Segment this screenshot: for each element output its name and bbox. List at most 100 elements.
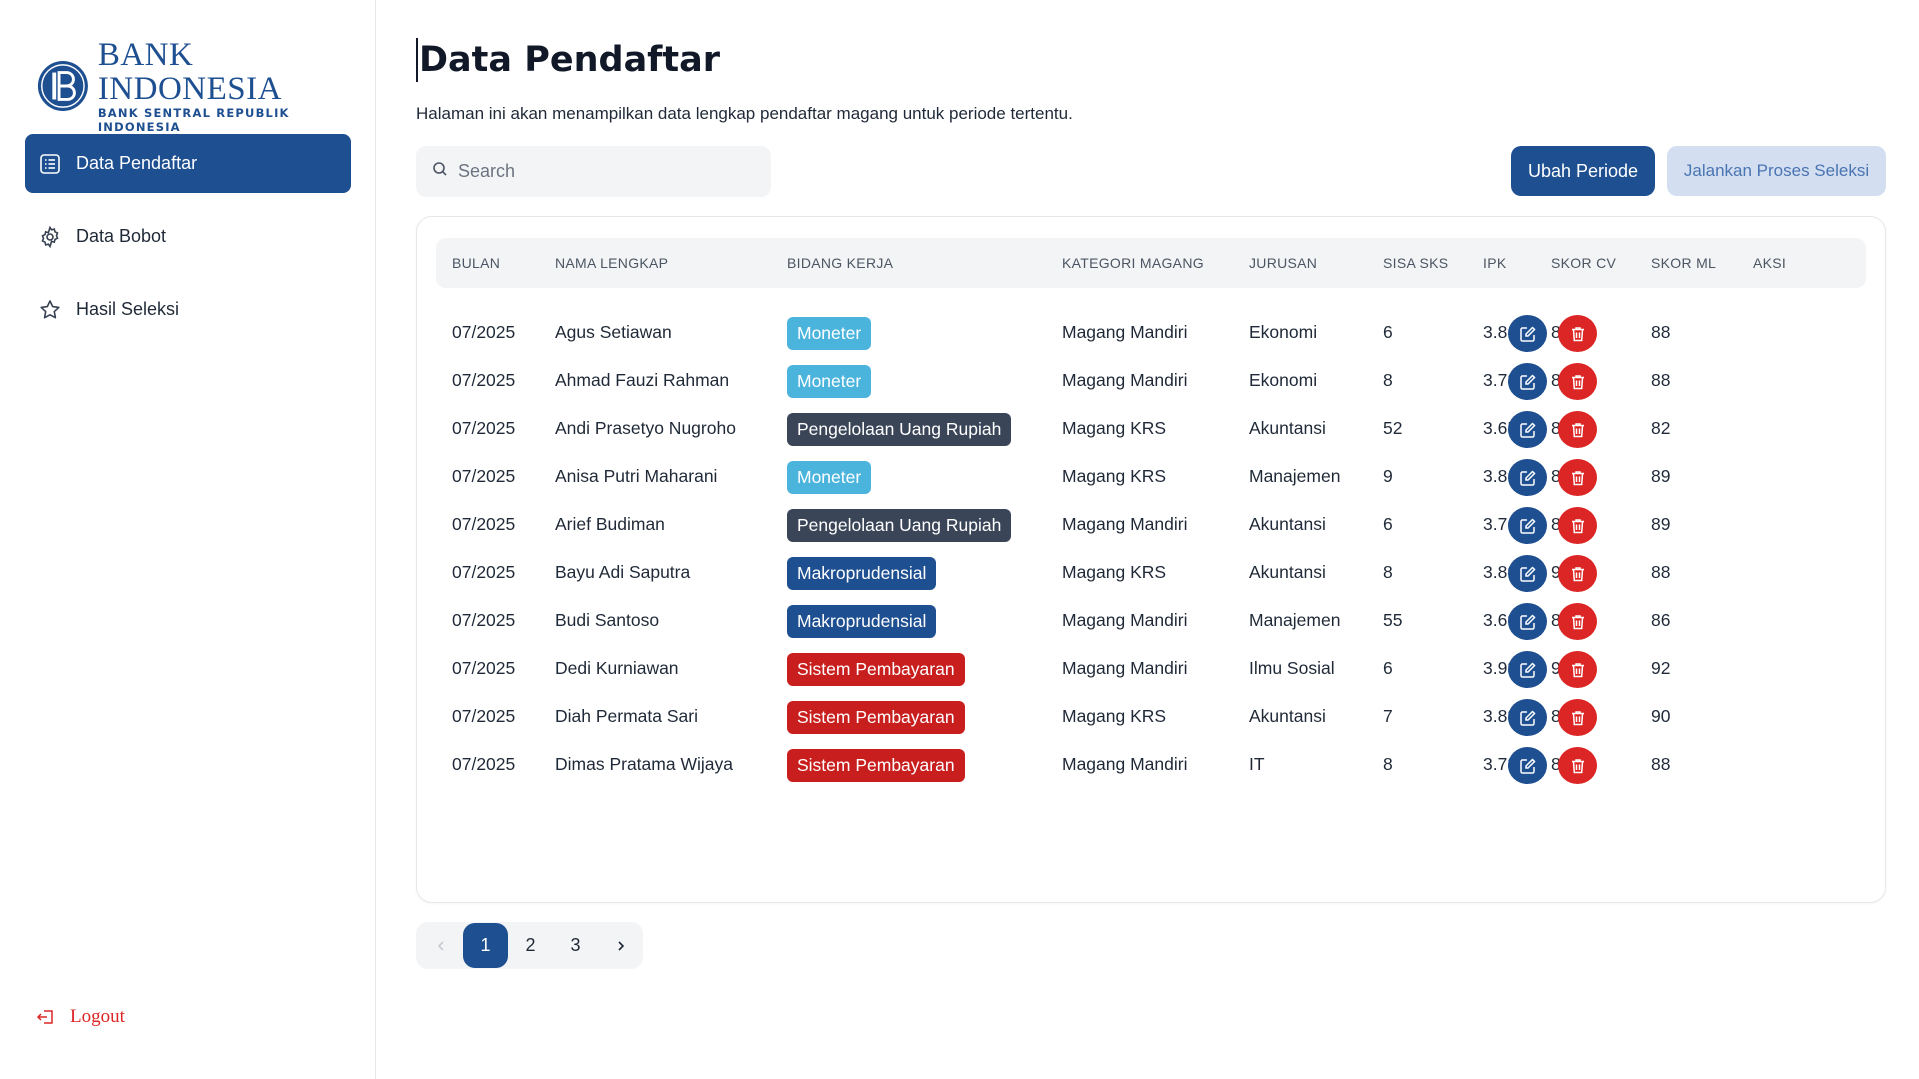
- ubah-periode-button[interactable]: Ubah Periode: [1511, 146, 1655, 196]
- delete-button[interactable]: [1558, 651, 1597, 688]
- edit-button[interactable]: [1508, 459, 1547, 496]
- trash-icon: [1569, 661, 1587, 679]
- trash-icon: [1569, 565, 1587, 583]
- cell-bulan: 07/2025: [452, 754, 516, 774]
- delete-button[interactable]: [1558, 507, 1597, 544]
- column-header-kategori: KATEGORI MAGANG: [1062, 255, 1204, 271]
- edit-icon: [1519, 469, 1537, 487]
- logout-label: Logout: [70, 1006, 125, 1027]
- cell-kategori: Magang Mandiri: [1062, 754, 1188, 774]
- cell-nama: Dimas Pratama Wijaya: [555, 754, 733, 774]
- sidebar-item-label: Hasil Seleksi: [76, 299, 180, 319]
- logout-button[interactable]: Logout: [36, 1006, 125, 1028]
- gear-icon: [38, 225, 62, 249]
- sidebar: BANK INDONESIA BANK SENTRAL REPUBLIK IND…: [0, 0, 376, 1079]
- bidang-badge: Moneter: [787, 364, 872, 398]
- edit-icon: [1519, 517, 1537, 535]
- table-row: 07/2025 Dimas Pratama Wijaya Magang Mandir…: [436, 735, 1866, 794]
- edit-icon: [1519, 565, 1537, 583]
- edit-icon: [1519, 373, 1537, 391]
- brand-title: BANK INDONESIA: [97, 37, 282, 107]
- bidang-badge: Sistem Pembayaran: [787, 700, 965, 734]
- edit-button[interactable]: [1508, 555, 1547, 592]
- edit-icon: [1519, 709, 1537, 727]
- edit-button[interactable]: [1508, 315, 1547, 352]
- trash-icon: [1569, 373, 1587, 391]
- page-description: Halaman ini akan menampilkan data lengka…: [416, 104, 1073, 123]
- column-header-aksi: AKSI: [1753, 255, 1787, 271]
- edit-icon: [1519, 613, 1537, 631]
- column-header-bidang: BIDANG KERJA: [787, 255, 894, 271]
- bidang-badge: Makroprudensial: [787, 604, 937, 638]
- chevron-left-icon: [437, 940, 444, 951]
- brand-subtitle: BANK SENTRAL REPUBLIK INDONESIA: [97, 106, 290, 134]
- sidebar-nav: Data Pendaftar Data Bobot Hasil Seleksi: [25, 134, 351, 353]
- prev-page-button[interactable]: [418, 923, 463, 968]
- column-header-sisa-sks: SISA SKS: [1383, 255, 1449, 271]
- delete-button[interactable]: [1558, 459, 1597, 496]
- delete-button[interactable]: [1558, 315, 1597, 352]
- delete-button[interactable]: [1558, 603, 1597, 640]
- chevron-right-icon: [617, 940, 624, 951]
- edit-icon: [1519, 421, 1537, 439]
- edit-button[interactable]: [1508, 699, 1547, 736]
- list-icon: [38, 152, 62, 176]
- cell-jurusan: IT: [1249, 754, 1265, 774]
- sidebar-item-data-pendaftar[interactable]: Data Pendaftar: [25, 134, 351, 193]
- delete-button[interactable]: [1558, 699, 1597, 736]
- page-button-3[interactable]: 3: [553, 923, 598, 968]
- page-button-1[interactable]: 1: [463, 923, 508, 968]
- bidang-badge: Moneter: [787, 460, 872, 494]
- data-table: BULAN NAMA LENGKAP BIDANG KERJA KATEGORI…: [416, 216, 1886, 903]
- star-icon: [38, 298, 62, 322]
- trash-icon: [1569, 613, 1587, 631]
- bidang-badge: Pengelolaan Uang Rupiah: [787, 412, 1012, 446]
- trash-icon: [1569, 421, 1587, 439]
- trash-icon: [1569, 517, 1587, 535]
- trash-icon: [1569, 757, 1587, 775]
- search-icon: [432, 161, 448, 182]
- edit-button[interactable]: [1508, 507, 1547, 544]
- delete-button[interactable]: [1558, 747, 1597, 784]
- edit-icon: [1519, 661, 1537, 679]
- column-header-skor-ml: SKOR ML: [1651, 255, 1717, 271]
- logout-icon: [36, 1007, 56, 1027]
- cell-bidang: Sistem Pembayaran: [787, 735, 965, 794]
- search-input[interactable]: [458, 161, 758, 182]
- sidebar-item-label: Data Bobot: [76, 226, 167, 246]
- column-header-ipk: IPK: [1483, 255, 1507, 271]
- edit-icon: [1519, 325, 1537, 343]
- sidebar-item-data-bobot[interactable]: Data Bobot: [25, 207, 351, 266]
- bidang-badge: Makroprudensial: [787, 556, 937, 590]
- edit-button[interactable]: [1508, 363, 1547, 400]
- edit-button[interactable]: [1508, 603, 1547, 640]
- delete-button[interactable]: [1558, 411, 1597, 448]
- sidebar-item-label: Data Pendaftar: [76, 153, 198, 173]
- brand-logo[interactable]: BANK INDONESIA BANK SENTRAL REPUBLIK IND…: [36, 38, 375, 134]
- delete-button[interactable]: [1558, 363, 1597, 400]
- edit-button[interactable]: [1508, 747, 1547, 784]
- edit-icon: [1519, 757, 1537, 775]
- cell-skor-ml: 88: [1651, 754, 1671, 774]
- column-header-nama: NAMA LENGKAP: [555, 255, 669, 271]
- search-bar[interactable]: [416, 146, 771, 197]
- page-title: Data Pendaftar: [416, 38, 720, 82]
- bidang-badge: Sistem Pembayaran: [787, 748, 965, 782]
- bidang-badge: Pengelolaan Uang Rupiah: [787, 508, 1012, 542]
- trash-icon: [1569, 709, 1587, 727]
- bank-indonesia-logo-icon: [37, 61, 88, 111]
- cell-sisa-sks: 8: [1383, 754, 1393, 774]
- next-page-button[interactable]: [598, 923, 643, 968]
- delete-button[interactable]: [1558, 555, 1597, 592]
- edit-button[interactable]: [1508, 651, 1547, 688]
- sidebar-item-hasil-seleksi[interactable]: Hasil Seleksi: [25, 280, 351, 339]
- bidang-badge: Moneter: [787, 316, 872, 350]
- table-header: BULAN NAMA LENGKAP BIDANG KERJA KATEGORI…: [436, 238, 1866, 288]
- jalankan-proses-seleksi-button[interactable]: Jalankan Proses Seleksi: [1667, 146, 1886, 196]
- page-button-2[interactable]: 2: [508, 923, 553, 968]
- column-header-jurusan: JURUSAN: [1249, 255, 1318, 271]
- column-header-skor-cv: SKOR CV: [1551, 255, 1617, 271]
- trash-icon: [1569, 469, 1587, 487]
- pagination: 1 2 3: [416, 922, 643, 969]
- edit-button[interactable]: [1508, 411, 1547, 448]
